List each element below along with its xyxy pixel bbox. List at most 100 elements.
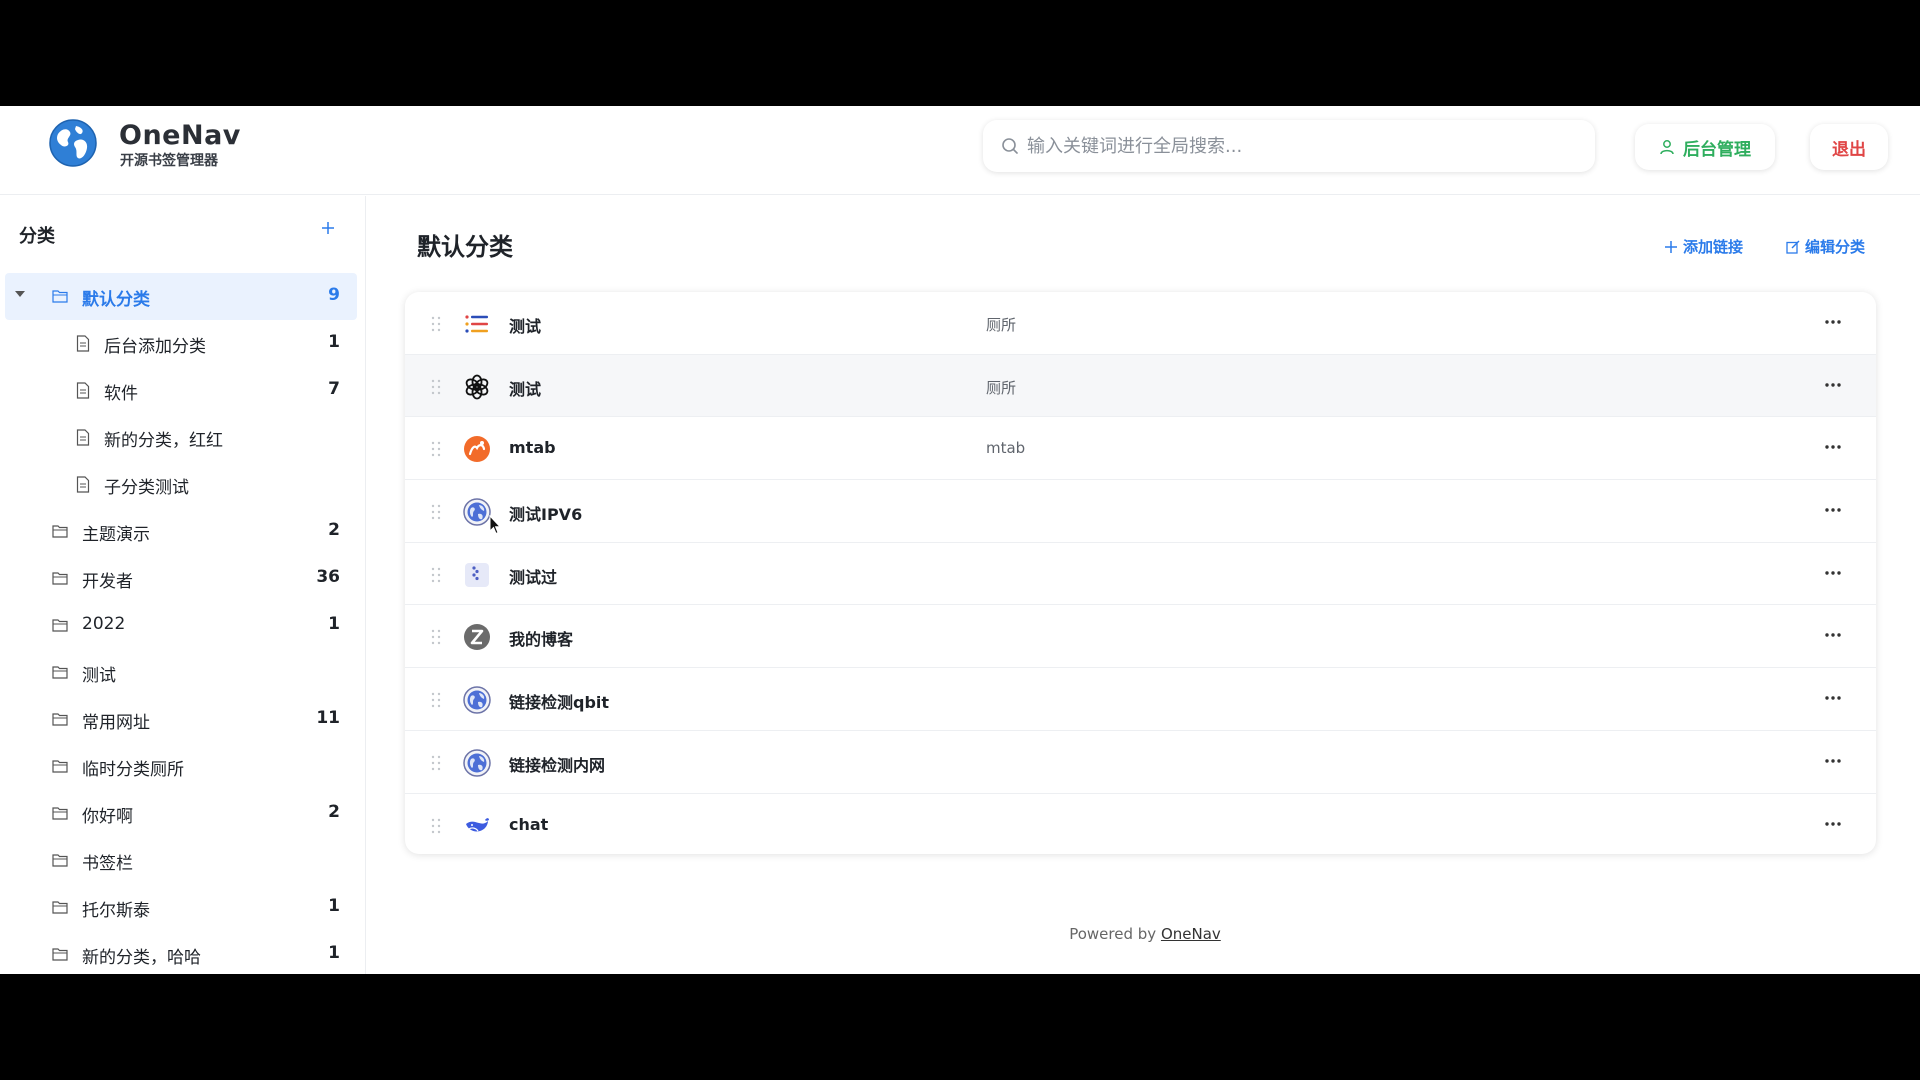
sidebar-item-count: 36 bbox=[316, 567, 340, 587]
more-options-icon[interactable] bbox=[1823, 630, 1843, 640]
more-options-icon[interactable] bbox=[1823, 568, 1843, 578]
globe-icon bbox=[463, 749, 491, 777]
more-options-icon[interactable] bbox=[1823, 317, 1843, 327]
drag-handle-icon[interactable] bbox=[431, 629, 441, 645]
sidebar-title: 分类 bbox=[19, 226, 55, 247]
sidebar-item[interactable]: 常用网址 11 bbox=[5, 696, 357, 743]
link-name[interactable]: mtab bbox=[509, 438, 556, 457]
sidebar-item[interactable]: 主题演示 2 bbox=[5, 508, 357, 555]
link-row[interactable]: 测试过 bbox=[405, 543, 1876, 606]
main-panel: 默认分类 添加链接 编辑分类 测试 厕所 测试 厕所 mtab mtab 测试IPV6 测试过… bbox=[367, 196, 1920, 974]
onenav-logo-icon[interactable] bbox=[48, 118, 98, 168]
more-options-icon[interactable] bbox=[1823, 505, 1843, 515]
drag-handle-icon[interactable] bbox=[431, 818, 441, 834]
drag-handle-icon[interactable] bbox=[431, 692, 441, 708]
sidebar-item-label: 常用网址 bbox=[82, 713, 150, 733]
link-row[interactable]: 我的博客 bbox=[405, 605, 1876, 669]
sidebar-item-count: 1 bbox=[328, 614, 340, 634]
sidebar-item[interactable]: 测试 bbox=[5, 649, 357, 696]
more-options-icon[interactable] bbox=[1823, 756, 1843, 766]
link-row[interactable]: 测试IPV6 bbox=[405, 480, 1876, 543]
link-name[interactable]: chat bbox=[509, 815, 548, 834]
category-list: 默认分类 9 后台添加分类 1 软件 7 新的分类，红红 子分类测试 主题演示 2 开发者 36 202… bbox=[5, 273, 357, 974]
link-name[interactable]: 测试过 bbox=[509, 564, 557, 588]
search-input[interactable] bbox=[1027, 120, 1577, 172]
sidebar-item[interactable]: 托尔斯泰 1 bbox=[5, 884, 357, 931]
link-name[interactable]: 我的博客 bbox=[509, 626, 573, 650]
add-link-label: 添加链接 bbox=[1683, 238, 1744, 256]
header: OneNav 开源书签管理器 后台管理 退出 bbox=[0, 106, 1920, 195]
logout-button[interactable]: 退出 bbox=[1810, 124, 1888, 170]
add-category-icon[interactable] bbox=[318, 218, 338, 238]
expand-caret-icon[interactable] bbox=[15, 291, 25, 297]
globe-icon bbox=[463, 686, 491, 714]
drag-handle-icon[interactable] bbox=[431, 755, 441, 771]
folder-icon bbox=[52, 525, 68, 538]
link-row[interactable]: 链接检测内网 bbox=[405, 731, 1876, 794]
sidebar-item[interactable]: 新的分类，红红 bbox=[5, 414, 357, 461]
folder-icon bbox=[52, 572, 68, 585]
sidebar-item-count: 2 bbox=[328, 802, 340, 822]
add-link-button[interactable]: 添加链接 bbox=[1664, 236, 1743, 257]
global-search[interactable] bbox=[983, 120, 1595, 172]
folder-icon bbox=[52, 619, 68, 632]
sidebar-item[interactable]: 临时分类厕所 bbox=[5, 743, 357, 790]
file-icon bbox=[76, 429, 90, 446]
admin-button[interactable]: 后台管理 bbox=[1635, 124, 1775, 170]
link-name[interactable]: 测试 bbox=[509, 313, 541, 337]
edit-category-button[interactable]: 编辑分类 bbox=[1786, 236, 1865, 257]
sidebar-item[interactable]: 软件 7 bbox=[5, 367, 357, 414]
sidebar-item[interactable]: 你好啊 2 bbox=[5, 790, 357, 837]
drag-handle-icon[interactable] bbox=[431, 379, 441, 395]
link-description: 厕所 bbox=[986, 316, 1017, 334]
mtab-icon bbox=[464, 436, 490, 463]
drag-handle-icon[interactable] bbox=[431, 316, 441, 332]
sidebar-item[interactable]: 2022 1 bbox=[5, 602, 357, 649]
sidebar-item-label: 软件 bbox=[104, 384, 138, 404]
category-title: 默认分类 bbox=[417, 233, 513, 261]
more-options-icon[interactable] bbox=[1823, 819, 1843, 829]
app-window: OneNav 开源书签管理器 后台管理 退出 分类 默认分类9后台添加分类1软 bbox=[0, 106, 1920, 974]
sidebar-item-label: 后台添加分类 bbox=[104, 337, 206, 357]
more-options-icon[interactable] bbox=[1823, 442, 1843, 452]
link-row[interactable]: 测试 厕所 bbox=[405, 292, 1876, 355]
link-name[interactable]: 测试 bbox=[509, 376, 541, 400]
drag-handle-icon[interactable] bbox=[431, 567, 441, 583]
powered-by-text: Powered by bbox=[1069, 925, 1157, 943]
sidebar-item[interactable]: 后台添加分类 1 bbox=[5, 320, 357, 367]
link-row[interactable]: mtab mtab bbox=[405, 417, 1876, 481]
link-description: mtab bbox=[986, 439, 1026, 458]
folder-icon bbox=[52, 713, 68, 726]
sidebar-item[interactable]: 书签栏 bbox=[5, 837, 357, 884]
admin-button-label: 后台管理 bbox=[1683, 139, 1751, 160]
sidebar-item[interactable]: 默认分类 9 bbox=[5, 273, 357, 320]
link-row[interactable]: 链接检测qbit bbox=[405, 668, 1876, 731]
sidebar-item-label: 托尔斯泰 bbox=[82, 901, 150, 921]
brand-subtitle: 开源书签管理器 bbox=[120, 153, 218, 169]
z-blog-icon bbox=[464, 624, 490, 651]
sidebar-item-count: 11 bbox=[316, 708, 340, 728]
whale-icon bbox=[466, 817, 489, 831]
link-row[interactable]: chat bbox=[405, 794, 1876, 855]
sidebar-item-count: 1 bbox=[328, 332, 340, 352]
drag-handle-icon[interactable] bbox=[431, 504, 441, 520]
file-icon bbox=[76, 382, 90, 399]
drag-handle-icon[interactable] bbox=[431, 441, 441, 457]
onenav-link[interactable]: OneNav bbox=[1161, 925, 1221, 943]
mouse-cursor-icon bbox=[489, 515, 501, 535]
list-icon bbox=[465, 315, 488, 333]
sidebar-item[interactable]: 子分类测试 bbox=[5, 461, 357, 508]
more-options-icon[interactable] bbox=[1823, 380, 1843, 390]
openai-icon bbox=[465, 374, 489, 400]
link-name[interactable]: 链接检测qbit bbox=[509, 689, 609, 713]
folder-icon bbox=[52, 854, 68, 867]
sidebar-item-label: 主题演示 bbox=[82, 525, 150, 545]
link-name[interactable]: 链接检测内网 bbox=[509, 752, 605, 776]
link-name[interactable]: 测试IPV6 bbox=[509, 501, 582, 525]
sidebar-item[interactable]: 开发者 36 bbox=[5, 555, 357, 602]
link-list: 测试 厕所 测试 厕所 mtab mtab 测试IPV6 测试过 我的博客 链接检测qbit 链接检… bbox=[405, 292, 1876, 854]
folder-icon bbox=[52, 760, 68, 773]
sidebar-item-label: 子分类测试 bbox=[104, 478, 189, 498]
more-options-icon[interactable] bbox=[1823, 693, 1843, 703]
link-row[interactable]: 测试 厕所 bbox=[405, 354, 1876, 418]
